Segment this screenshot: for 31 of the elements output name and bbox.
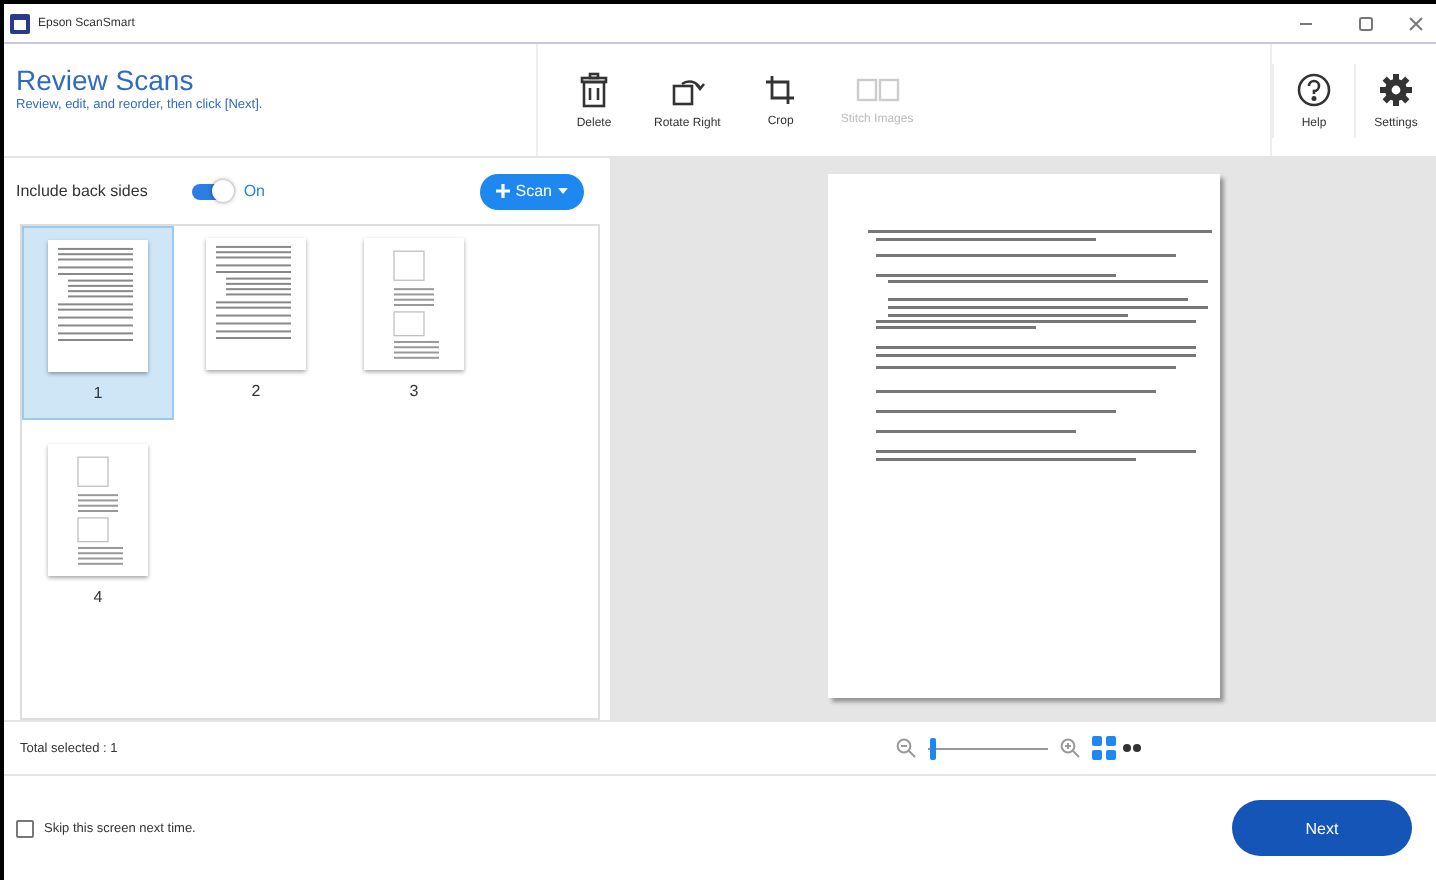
two-pages-icon xyxy=(855,75,900,103)
page-number: 4 xyxy=(93,588,103,606)
toggle-switch[interactable] xyxy=(191,183,228,199)
thumbnail-item[interactable]: 2 xyxy=(180,226,332,420)
app-logo-icon xyxy=(10,13,30,33)
page-heading: Review Scans xyxy=(16,64,196,96)
settings-icon xyxy=(1378,71,1414,107)
help-icon xyxy=(1296,71,1332,107)
zoom-out-icon[interactable] xyxy=(895,738,915,758)
zoom-in-icon[interactable] xyxy=(1059,738,1079,758)
page-number: 1 xyxy=(93,384,103,402)
trash-icon xyxy=(580,71,608,107)
page-thumbnail-drawing xyxy=(364,238,464,370)
crop-icon xyxy=(764,73,797,105)
page-number: 3 xyxy=(409,382,419,400)
grid-view-icon[interactable] xyxy=(1091,736,1115,760)
thumbnail-item[interactable]: 3 xyxy=(338,226,490,420)
page-thumbnail-drawing xyxy=(206,238,306,370)
scan-button[interactable]: Scan xyxy=(479,173,584,209)
option-label: Include back sides xyxy=(16,182,148,200)
slider-thumb[interactable] xyxy=(930,737,937,759)
page-thumbnail-drawing xyxy=(48,240,148,372)
page-thumbnail-drawing xyxy=(48,444,148,576)
caret-icon xyxy=(558,188,568,194)
thumbnail-item[interactable]: 1 xyxy=(22,226,174,420)
thumbnail-item[interactable]: 4 xyxy=(22,432,174,626)
next-button[interactable]: Next xyxy=(1232,800,1412,856)
checkbox[interactable] xyxy=(16,819,34,837)
toggle-state-label: On xyxy=(243,182,265,200)
plus-icon xyxy=(495,184,510,198)
page-number: 2 xyxy=(251,382,261,400)
